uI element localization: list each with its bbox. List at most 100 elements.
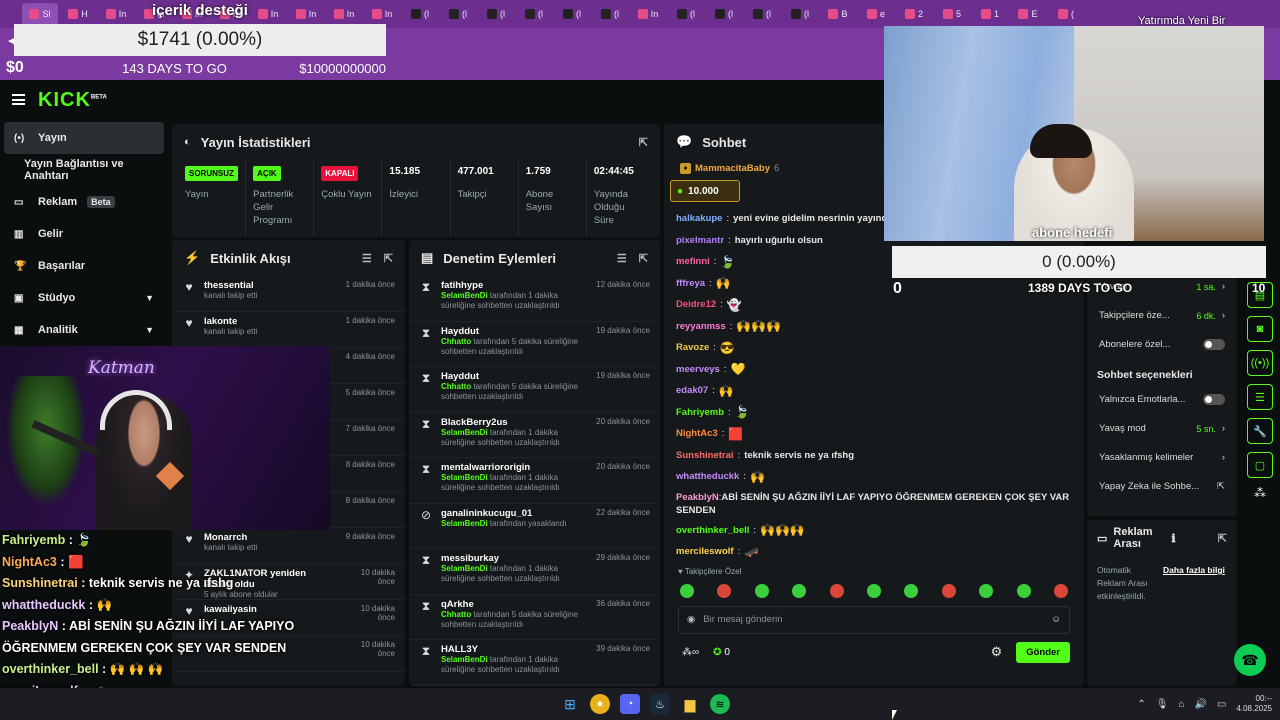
chat-message[interactable]: meerveys: 💛 <box>664 359 1084 381</box>
broadcast-icon[interactable]: ((•)) <box>1247 350 1273 376</box>
chevron-down-icon[interactable]: ▼ <box>145 325 154 335</box>
browser-tab[interactable]: In <box>288 3 324 25</box>
browser-tab[interactable]: ( <box>1048 3 1084 25</box>
browser-tab[interactable]: (l <box>782 3 818 25</box>
moderation-row[interactable]: ⊘ ganalininkucugu_01 SelamBenDi tarafından… <box>409 504 660 549</box>
group-icon[interactable]: ⁂ <box>1254 486 1266 500</box>
sidebar-item-0[interactable]: (•) Yayın <box>4 122 164 154</box>
toggle-switch[interactable] <box>1203 339 1225 350</box>
browser-tab[interactable]: (l <box>478 3 514 25</box>
emote-icon[interactable] <box>979 583 994 598</box>
list-icon[interactable]: ☰ <box>1247 384 1273 410</box>
moderation-row[interactable]: ⧗ BlackBerry2us SelamBenDi tarafından 1 da… <box>409 413 660 458</box>
chat-message[interactable]: whattheduckk: 🙌 <box>664 466 1084 488</box>
activity-row[interactable]: ♥ thessential kanalı takip etti 1 dakika ön… <box>172 276 405 312</box>
chat-username[interactable]: halkakupe <box>676 213 722 224</box>
chat-username[interactable]: edak07 <box>676 385 708 396</box>
browser-tab[interactable]: In <box>326 3 362 25</box>
chat-username[interactable]: whattheduckk <box>676 471 739 482</box>
moderation-row[interactable]: ⧗ fatihhype SelamBenDi tarafından 1 dakika… <box>409 276 660 322</box>
settings-gear-icon[interactable]: ⚙ <box>991 644 1003 660</box>
settings-row[interactable]: Yapay Zeka ile Sohbe... ⇱ <box>1087 472 1237 501</box>
infinity-icon[interactable]: ⁂∞ <box>682 647 699 658</box>
folder-icon[interactable]: ▆ <box>680 694 700 714</box>
browser-tab[interactable]: 1 <box>972 3 1008 25</box>
activity-row[interactable]: ♥ Monarrch kanalı takip etti 9 dakika önce <box>172 528 405 564</box>
sidebar-item-5[interactable]: ▣ Stüdyo ▼ <box>4 282 164 314</box>
chat-username[interactable]: NightAc3 <box>676 428 718 439</box>
browser-tab[interactable]: (l <box>592 3 628 25</box>
browser-tab[interactable]: (l <box>440 3 476 25</box>
emoji-icon[interactable]: ☺ <box>1051 614 1061 625</box>
chat-message[interactable]: NightAc3: 🟥 <box>664 423 1084 445</box>
popout-icon[interactable]: ⇱ <box>1218 532 1227 545</box>
windows-start-icon[interactable]: ⊞ <box>560 694 580 714</box>
emote-icon[interactable] <box>1053 583 1068 598</box>
emote-icon[interactable] <box>904 583 919 598</box>
window-icon[interactable]: ▢ <box>1247 452 1273 478</box>
gift-amount-chip[interactable]: ● 10.000 <box>670 180 740 202</box>
chat-username[interactable]: Deidre12 <box>676 299 716 310</box>
browser-tab[interactable]: (l <box>668 3 704 25</box>
battery-icon[interactable]: ▭ <box>1217 699 1226 710</box>
emote-icon[interactable] <box>866 583 881 598</box>
steam-icon[interactable]: ♨ <box>650 694 670 714</box>
moderation-row[interactable]: ⧗ qArkhe Chhatto tarafından 5 dakika sürel… <box>409 595 660 640</box>
mic-icon[interactable]: 🎙 <box>1156 699 1169 710</box>
browser-tab[interactable]: B <box>820 3 856 25</box>
chat-message[interactable]: PeakblyN:ABİ SENİN ŞU AĞZIN İİYİ LAF YAP… <box>664 488 1084 520</box>
sidebar-item-3[interactable]: ▥ Gelir <box>4 218 164 250</box>
emote-icon[interactable] <box>792 583 807 598</box>
chat-username[interactable]: reyyanmss <box>676 321 726 332</box>
sidebar-item-4[interactable]: 🏆 Başarılar <box>4 250 164 282</box>
activity-row[interactable]: ♥ lakonte kanalı takip etti 1 dakika önce <box>172 312 405 348</box>
chrome-icon[interactable]: ● <box>590 694 610 714</box>
chat-message[interactable]: Sunshinetrai: teknik servis ne ya ıfshg <box>664 445 1084 467</box>
browser-tab[interactable]: E <box>1010 3 1046 25</box>
browser-tab[interactable]: (l <box>744 3 780 25</box>
filter-icon[interactable]: ☰ <box>362 252 372 265</box>
sidebar-item-6[interactable]: ▦ Analitik ▼ <box>4 314 164 346</box>
chat-username[interactable]: Ravoze <box>676 342 709 353</box>
browser-tab[interactable]: 2 <box>896 3 932 25</box>
emote-icon[interactable] <box>754 583 769 598</box>
chat-message[interactable]: merciIeswolf: 🛹 <box>664 541 1084 563</box>
emote-icon[interactable] <box>680 583 694 598</box>
spotify-icon[interactable]: ≋ <box>710 694 730 714</box>
wrench-icon[interactable]: 🔧 <box>1247 418 1273 444</box>
moderation-row[interactable]: ⧗ messiburkay SelamBenDi tarafından 1 daki… <box>409 549 660 595</box>
browser-tab[interactable]: (l <box>706 3 742 25</box>
browser-tab[interactable]: (l <box>516 3 552 25</box>
browser-tab[interactable]: 5 <box>934 3 970 25</box>
browser-tab[interactable]: (l <box>402 3 438 25</box>
emote-icon[interactable] <box>829 583 844 598</box>
settings-row[interactable]: Takipçilere öze... 6 dk. › <box>1087 301 1237 330</box>
emote-icon[interactable] <box>717 583 732 598</box>
popout-icon[interactable]: ⇱ <box>639 136 648 149</box>
chat-username[interactable]: overthinker_bell <box>676 525 749 536</box>
settings-row[interactable]: Abonelere özel... <box>1087 330 1237 359</box>
popout-icon[interactable]: ⇱ <box>384 252 393 265</box>
chat-message[interactable]: reyyanmss: 🙌🙌🙌 <box>664 316 1084 338</box>
emote-icon[interactable] <box>941 583 956 598</box>
browser-tab[interactable]: e <box>858 3 894 25</box>
browser-tab[interactable]: In <box>630 3 666 25</box>
info-icon[interactable]: ℹ <box>1171 532 1175 545</box>
discord-icon[interactable]: ◔ <box>620 694 640 714</box>
settings-row[interactable]: Yasaklanmış kelimeler › <box>1087 443 1237 472</box>
kick-logo[interactable]: KICKBETA <box>38 89 107 112</box>
chat-message[interactable]: Deidre12: 👻 <box>664 294 1084 316</box>
chat-username[interactable]: merciIeswolf <box>676 546 734 557</box>
chat-input[interactable]: ◉ Bir mesaj gönderin ☺ <box>678 605 1070 634</box>
toggle-switch[interactable] <box>1203 394 1225 405</box>
browser-tab[interactable]: (l <box>554 3 590 25</box>
chat-message[interactable]: edak07: 🙌 <box>664 380 1084 402</box>
chat-username[interactable]: mefinni <box>676 256 710 267</box>
chat-username[interactable]: Fahriyemb <box>676 407 724 418</box>
sidebar-item-1[interactable]: Yayın Bağlantısı ve Anahtarı <box>4 154 164 186</box>
settings-row[interactable]: Yalnızca Emotlarla... <box>1087 385 1237 414</box>
learn-more-link[interactable]: Daha fazla bilgi <box>1163 564 1225 603</box>
chat-username[interactable]: pixelmantr <box>676 235 724 246</box>
chat-username[interactable]: PeakblyN <box>676 492 719 503</box>
clock[interactable]: 00:-- 4.08.2025 <box>1236 694 1272 714</box>
